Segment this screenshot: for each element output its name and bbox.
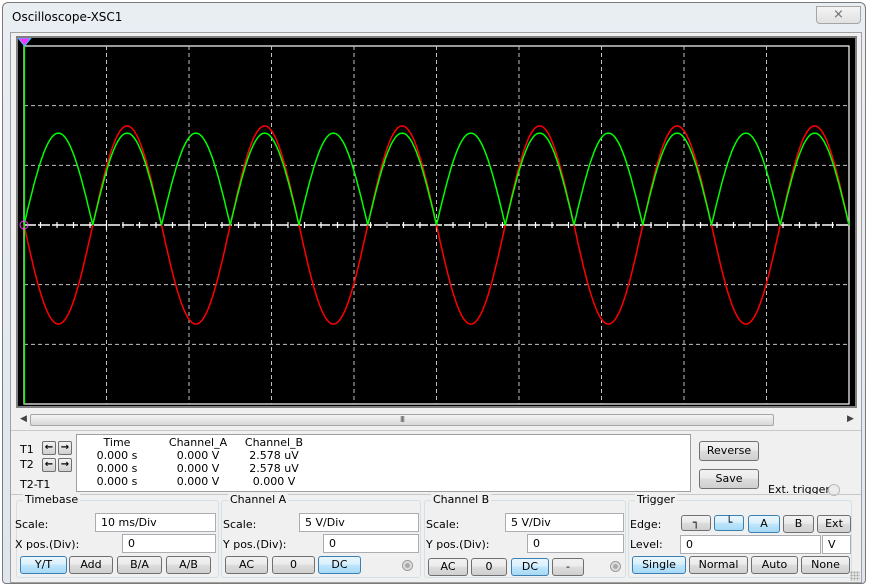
scope-display[interactable]	[16, 36, 857, 408]
channel-b-ac-button[interactable]: AC	[428, 558, 468, 576]
scroll-right-icon[interactable]: ▶	[847, 414, 854, 424]
save-button[interactable]: Save	[699, 469, 759, 489]
divider	[11, 430, 861, 431]
t1-channel-b: 2.578 uV	[249, 449, 299, 462]
falling-edge-icon: └	[725, 516, 733, 529]
cursor-marker-icon	[18, 38, 32, 47]
channel-a-scale-input[interactable]: 5 V/Div	[299, 513, 419, 532]
channel-a-dc-button[interactable]: DC	[318, 556, 361, 574]
t2-channel-a: 0.000 V	[176, 462, 220, 475]
channel-b-dc-button[interactable]: DC	[511, 558, 549, 576]
arrow-left-icon: ←	[44, 442, 54, 453]
window-title: Oscilloscope-XSC1	[12, 10, 123, 24]
scroll-left-icon[interactable]: ◀	[20, 414, 27, 424]
trigger-none-button[interactable]: None	[801, 556, 850, 574]
arrow-right-icon: →	[60, 442, 70, 453]
channel-a-title: Channel A	[228, 493, 289, 506]
trigger-title: Trigger	[635, 493, 677, 506]
edge-label: Edge:	[630, 518, 662, 531]
scope-plot	[18, 38, 850, 405]
t1-left-button[interactable]: ←	[42, 441, 56, 455]
cursor-controls: T1 T2 T2-T1 ← → ← →	[18, 438, 76, 494]
resize-grip-icon[interactable]	[850, 571, 860, 581]
arrow-left-icon: ←	[44, 459, 54, 470]
t1-time: 0.000 s	[96, 449, 138, 462]
channel-a-terminal[interactable]	[402, 560, 413, 571]
time-header: Time	[103, 436, 131, 449]
timebase-scale-label: Scale:	[15, 518, 49, 531]
t2-channel-b: 2.578 uV	[249, 462, 299, 475]
trigger-normal-button[interactable]: Normal	[689, 556, 748, 574]
trigger-single-button[interactable]: Single	[632, 556, 686, 574]
channel-a-column: Channel_A 0.000 V 0.000 V 0.000 V	[163, 436, 233, 488]
arrow-right-icon: →	[60, 459, 70, 470]
t1-channel-a: 0.000 V	[176, 449, 220, 462]
horizontal-scrollbar[interactable]: ◀ III ▶	[16, 412, 857, 429]
channel-b-title: Channel B	[431, 493, 492, 506]
channel-b-terminal[interactable]	[610, 561, 621, 572]
cursor-readout-table: Time 0.000 s 0.000 s 0.000 s Channel_A 0…	[76, 434, 691, 492]
close-button[interactable]: ⨯	[816, 6, 861, 24]
trigger-source-ext-button[interactable]: Ext	[817, 515, 851, 533]
oscilloscope-window: Oscilloscope-XSC1 ⨯ ◀ III ▶ T1 T2 T2-T1 …	[2, 2, 866, 584]
t1-right-button[interactable]: →	[58, 441, 72, 455]
channel-b-invert-button[interactable]: -	[552, 558, 584, 576]
trigger-level-input[interactable]: 0	[680, 535, 821, 554]
rising-edge-icon: ┐	[692, 516, 700, 529]
channel-b-column: Channel_B 2.578 uV 2.578 uV 0.000 V	[239, 436, 309, 488]
close-icon: ⨯	[833, 7, 844, 22]
yt-mode-button[interactable]: Y/T	[20, 556, 67, 574]
timebase-title: Timebase	[23, 493, 81, 506]
channel-b-scale-input[interactable]: 5 V/Div	[505, 513, 624, 532]
channel-b-ypos-input[interactable]: 0	[527, 534, 624, 553]
timebase-group: Timebase Scale: 10 ms/Div X pos.(Div): 0…	[15, 493, 219, 578]
channel-a-scale-label: Scale:	[223, 518, 257, 531]
channel-b-scale-label: Scale:	[426, 518, 460, 531]
t1-label: T1	[20, 443, 34, 456]
t2-time: 0.000 s	[96, 462, 138, 475]
client-area: ◀ III ▶ T1 T2 T2-T1 ← → ← → Time 0.000 s…	[10, 32, 862, 583]
t2-t1-channel-a: 0.000 V	[176, 475, 220, 488]
add-mode-button[interactable]: Add	[69, 556, 113, 574]
timebase-scale-input[interactable]: 10 ms/Div	[95, 513, 216, 532]
rising-edge-button[interactable]: ┐	[681, 515, 711, 531]
trigger-auto-button[interactable]: Auto	[751, 556, 798, 574]
channel-b-header: Channel_B	[244, 436, 304, 449]
trigger-group: Trigger Edge: ┐ └ A B Ext Level: 0 V Sin…	[628, 493, 852, 578]
channel-a-ypos-input[interactable]: 0	[323, 534, 419, 553]
time-column: Time 0.000 s 0.000 s 0.000 s	[87, 436, 147, 488]
channel-a-ac-button[interactable]: AC	[225, 556, 268, 574]
t2-t1-label: T2-T1	[20, 478, 51, 491]
channel-a-header: Channel_A	[168, 436, 228, 449]
ab-mode-button[interactable]: A/B	[166, 556, 211, 574]
trigger-source-a-button[interactable]: A	[748, 515, 780, 533]
channel-a-zero-button[interactable]: 0	[272, 556, 315, 574]
channel-b-zero-button[interactable]: 0	[471, 558, 507, 576]
reverse-button[interactable]: Reverse	[699, 441, 759, 461]
ba-mode-button[interactable]: B/A	[117, 556, 162, 574]
channel-b-group: Channel B Scale: 5 V/Div Y pos.(Div): 0 …	[424, 493, 626, 578]
falling-edge-button[interactable]: └	[714, 515, 744, 531]
level-label: Level:	[630, 538, 663, 551]
t2-right-button[interactable]: →	[58, 458, 72, 472]
t2-label: T2	[20, 458, 34, 471]
t2-t1-time: 0.000 s	[96, 475, 138, 488]
channel-b-ypos-label: Y pos.(Div):	[426, 538, 490, 551]
trigger-level-unit[interactable]: V	[822, 535, 851, 554]
trigger-source-b-button[interactable]: B	[783, 515, 814, 533]
t2-t1-channel-b: 0.000 V	[252, 475, 296, 488]
x-position-label: X pos.(Div):	[15, 538, 80, 551]
t2-left-button[interactable]: ←	[42, 458, 56, 472]
channel-a-group: Channel A Scale: 5 V/Div Y pos.(Div): 0 …	[221, 493, 421, 578]
scrollbar-thumb[interactable]: III	[30, 414, 774, 426]
channel-a-ypos-label: Y pos.(Div):	[223, 538, 287, 551]
x-position-input[interactable]: 0	[122, 534, 216, 553]
